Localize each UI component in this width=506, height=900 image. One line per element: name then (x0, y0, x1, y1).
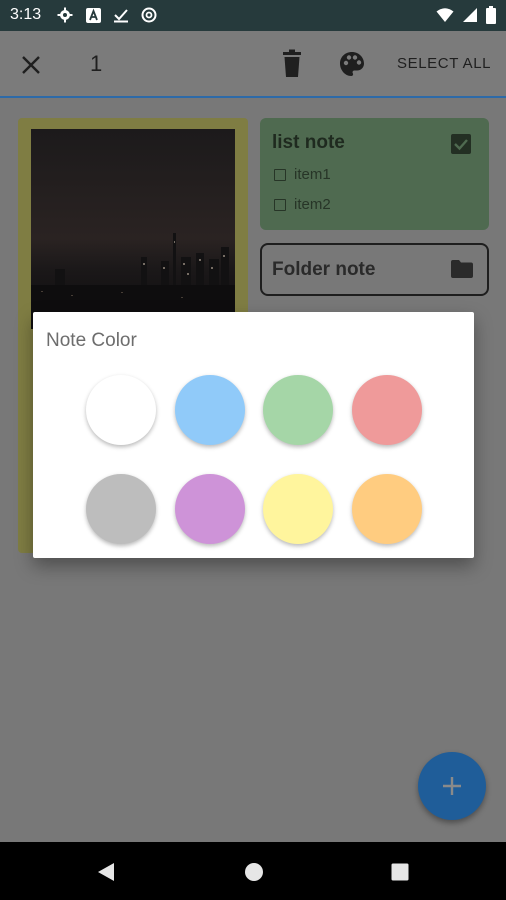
selected-count: 1 (90, 51, 103, 76)
color-swatch-gray[interactable] (86, 474, 156, 544)
system-nav-bar (0, 842, 506, 900)
download-check-icon (112, 6, 130, 24)
close-selection-button[interactable] (18, 52, 44, 78)
cell-signal-icon (462, 7, 478, 27)
color-swatch-purple[interactable] (175, 474, 245, 544)
wifi-icon (436, 7, 454, 27)
color-swatch-orange[interactable] (352, 474, 422, 544)
status-time: 3:13 (10, 6, 42, 23)
list-note-card[interactable]: list note item1 item2 (260, 118, 489, 230)
battery-icon (486, 6, 496, 28)
color-swatch-red[interactable] (352, 375, 422, 445)
delete-button[interactable] (279, 49, 305, 79)
home-icon (245, 863, 263, 881)
status-system-icons (436, 6, 496, 28)
folder-icon (451, 260, 473, 278)
recents-icon (391, 863, 409, 881)
add-note-button[interactable] (418, 752, 486, 820)
a-square-icon (84, 6, 102, 24)
color-swatch-white[interactable] (86, 375, 156, 445)
color-swatch-green[interactable] (263, 375, 333, 445)
checkbox-icon (274, 168, 286, 181)
list-item: item1 (274, 166, 331, 183)
checkbox-checked-icon (451, 134, 471, 154)
list-item: item2 (274, 196, 331, 213)
note-photo (31, 129, 235, 329)
trash-icon (283, 49, 301, 77)
status-notification-icons (56, 6, 158, 24)
status-bar: 3:13 (0, 0, 506, 31)
back-icon (98, 863, 114, 881)
list-item-label: item1 (294, 166, 331, 183)
list-note-title: list note (272, 132, 345, 153)
folder-note-card[interactable]: Folder note (260, 243, 489, 296)
palette-icon (340, 52, 364, 76)
back-button[interactable] (95, 861, 117, 883)
folder-note-title: Folder note (272, 259, 376, 280)
checkbox-icon (274, 198, 286, 211)
home-button[interactable] (243, 861, 265, 883)
close-icon (22, 56, 40, 74)
plus-icon (443, 777, 461, 795)
color-swatch-blue[interactable] (175, 375, 245, 445)
select-all-button[interactable]: SELECT ALL (397, 55, 491, 72)
color-swatch-yellow[interactable] (263, 474, 333, 544)
at-circle-icon (140, 6, 158, 24)
list-item-label: item2 (294, 196, 331, 213)
dialog-title: Note Color (46, 330, 137, 351)
color-palette-button[interactable] (338, 50, 366, 78)
selection-app-bar: 1 SELECT ALL (0, 31, 506, 98)
note-color-dialog: Note Color (33, 312, 474, 558)
gear-icon (56, 6, 74, 24)
recents-button[interactable] (389, 861, 411, 883)
